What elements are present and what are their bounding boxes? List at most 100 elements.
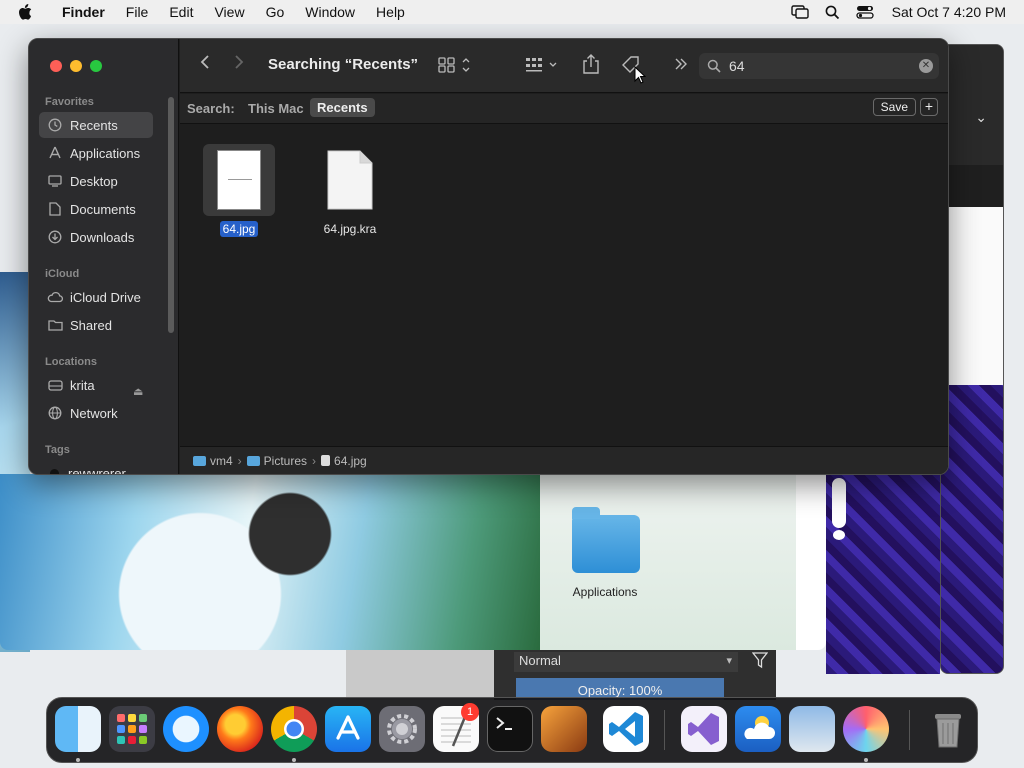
mouse-pointer-icon <box>634 66 646 84</box>
filter-icon[interactable] <box>751 652 769 670</box>
folder-icon <box>193 455 206 466</box>
add-criteria-button[interactable]: + <box>920 98 938 116</box>
sidebar-item-label: Desktop <box>70 173 118 189</box>
dock-safari-icon[interactable] <box>163 706 209 752</box>
dock-firefox-icon[interactable] <box>217 706 263 752</box>
file-icon <box>321 455 331 466</box>
scope-this-mac-button[interactable]: This Mac <box>246 98 306 119</box>
scope-recents-button[interactable]: Recents <box>310 98 375 117</box>
menu-window[interactable]: Window <box>305 4 355 20</box>
clock-icon <box>47 117 63 133</box>
sidebar-item-label: Network <box>70 405 118 421</box>
sidebar-header-tags: Tags <box>45 444 70 456</box>
running-indicator <box>292 758 296 762</box>
dock-terminal-icon[interactable] <box>487 706 533 752</box>
menu-edit[interactable]: Edit <box>169 4 193 20</box>
applications-folder-label[interactable]: Applications <box>560 585 650 599</box>
forward-button[interactable] <box>234 54 244 75</box>
dock-finder-icon[interactable] <box>55 706 101 752</box>
dock-app-store-icon[interactable] <box>325 706 371 752</box>
applications-folder-icon[interactable] <box>572 507 640 573</box>
sidebar-item-label: iCloud Drive <box>70 289 141 305</box>
spotlight-search-icon[interactable] <box>825 5 840 20</box>
view-mode-icon[interactable] <box>438 56 474 79</box>
menu-bar-clock[interactable]: Sat Oct 7 4:20 PM <box>892 4 1006 20</box>
minimize-window-button[interactable] <box>70 60 82 72</box>
control-center-icon[interactable] <box>855 5 874 19</box>
network-icon <box>47 405 63 421</box>
path-separator-icon: › <box>237 453 242 468</box>
share-icon[interactable] <box>582 53 600 80</box>
search-field[interactable]: 64 ✕ <box>699 53 939 79</box>
dock-trash-icon[interactable] <box>925 706 971 752</box>
clear-search-icon[interactable]: ✕ <box>919 59 933 73</box>
desktop-icon <box>47 173 63 189</box>
running-indicator <box>76 758 80 762</box>
chevron-down-icon[interactable]: ⌄ <box>975 109 987 126</box>
path-segment[interactable]: 64.jpg <box>321 454 367 468</box>
sidebar-item-icloud-drive[interactable]: iCloud Drive <box>39 284 153 310</box>
menu-file[interactable]: File <box>126 4 149 20</box>
menu-help[interactable]: Help <box>376 4 405 20</box>
dock-weather-icon[interactable] <box>735 706 781 752</box>
search-input[interactable]: 64 <box>729 58 919 74</box>
sidebar-item-tag[interactable]: rewwrerer <box>39 460 153 475</box>
close-window-button[interactable] <box>50 60 62 72</box>
path-segment[interactable]: Pictures <box>246 454 307 468</box>
shared-folder-icon <box>47 317 63 333</box>
dock-visual-studio-icon[interactable] <box>681 706 727 752</box>
sidebar-item-label: Applications <box>70 145 141 161</box>
fullscreen-window-button[interactable] <box>90 60 102 72</box>
path-segment[interactable]: vm4 <box>193 454 233 468</box>
dock-vscode-icon[interactable] <box>603 706 649 752</box>
sidebar-item-label: Shared <box>70 317 112 333</box>
dock-system-settings-icon[interactable] <box>379 706 425 752</box>
sidebar-item-shared[interactable]: Shared <box>39 312 153 338</box>
file-item[interactable]: 64.jpg.kra <box>302 144 398 236</box>
file-name-label[interactable]: 64.jpg <box>191 221 287 237</box>
blend-mode-select[interactable]: Normal <box>514 652 738 672</box>
sidebar-item-network[interactable]: Network <box>39 400 153 426</box>
cloud-icon <box>47 289 63 305</box>
dock-garageband-icon[interactable] <box>541 706 587 752</box>
file-item[interactable]: 64.jpg <box>191 144 287 237</box>
search-scope-bar: Search: This Mac Recents Save + <box>180 94 948 124</box>
image-thumbnail <box>217 150 261 210</box>
document-file-icon <box>327 150 373 210</box>
sidebar-item-downloads[interactable]: Downloads <box>39 224 153 250</box>
file-name-label[interactable]: 64.jpg.kra <box>302 222 398 236</box>
sidebar-scrollbar[interactable] <box>168 97 174 333</box>
sidebar-item-documents[interactable]: Documents <box>39 196 153 222</box>
menu-go[interactable]: Go <box>266 4 285 20</box>
finder-window[interactable]: Favorites Recents Applications Desktop D… <box>28 38 949 475</box>
scope-label: Search: <box>187 101 235 116</box>
file-thumbnail[interactable] <box>314 144 386 216</box>
dock-krita-icon[interactable] <box>843 706 889 752</box>
dock-launchpad-icon[interactable] <box>109 706 155 752</box>
more-toolbar-icon[interactable] <box>674 57 688 76</box>
sidebar-item-label: rewwrerer <box>68 465 126 475</box>
eject-icon[interactable]: ⏏ <box>133 385 143 398</box>
menu-app-name[interactable]: Finder <box>62 4 105 20</box>
screen-mirroring-icon[interactable] <box>790 5 809 19</box>
menu-bar: Finder File Edit View Go Window Help Sat… <box>0 0 1024 24</box>
dock-preview-icon[interactable] <box>789 706 835 752</box>
apple-menu-icon[interactable] <box>18 4 36 20</box>
background-window-right[interactable]: ⌄ <box>940 44 1004 674</box>
sidebar-header-locations: Locations <box>45 356 97 368</box>
running-indicator <box>864 758 868 762</box>
applications-icon <box>47 145 63 161</box>
sidebar-item-desktop[interactable]: Desktop <box>39 168 153 194</box>
menu-view[interactable]: View <box>214 4 244 20</box>
group-by-icon[interactable] <box>525 56 561 79</box>
back-button[interactable] <box>200 54 210 75</box>
notification-badge: 1 <box>461 703 479 721</box>
finder-sidebar: Favorites Recents Applications Desktop D… <box>29 39 179 475</box>
sidebar-item-recents[interactable]: Recents <box>39 112 153 138</box>
krita-canvas-artwork <box>0 474 540 650</box>
folder-icon <box>246 455 260 466</box>
file-thumbnail-selected[interactable] <box>203 144 275 216</box>
save-search-button[interactable]: Save <box>872 98 916 116</box>
sidebar-item-applications[interactable]: Applications <box>39 140 153 166</box>
dock-chrome-icon[interactable] <box>271 706 317 752</box>
